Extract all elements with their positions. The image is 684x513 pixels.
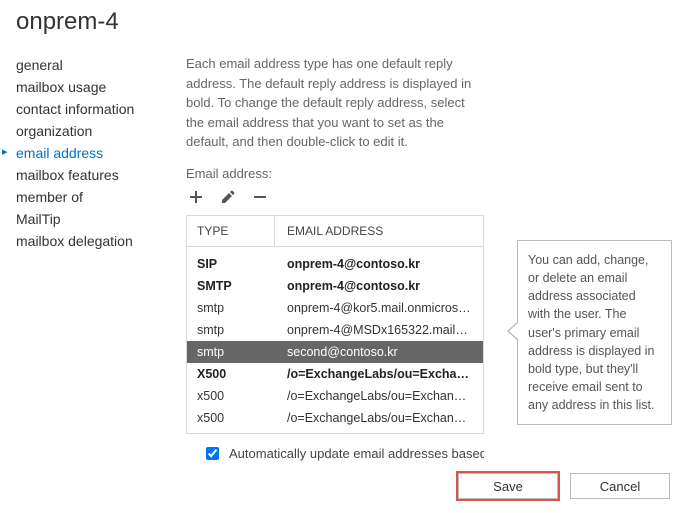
cell-address: onprem-4@MSDx165322.mail.on... (275, 319, 483, 341)
help-callout: You can add, change, or delete an email … (517, 240, 672, 425)
table-row[interactable]: smtpsecond@contoso.kr (187, 341, 483, 363)
table-row[interactable]: x500/o=ExchangeLabs/ou=Exchange ... (187, 407, 483, 429)
cell-address: /o=ExchangeLabs/ou=Exchange ... (275, 385, 483, 407)
cell-address: onprem-4@contoso.kr (275, 275, 483, 297)
cell-address: second@contoso.kr (275, 341, 483, 363)
edit-icon[interactable] (220, 189, 236, 205)
sidebar-item-mailbox-features[interactable]: mailbox features (12, 164, 186, 186)
sidebar-item-mailbox-delegation[interactable]: mailbox delegation (12, 230, 186, 252)
auto-update-label: Automatically update email addresses bas… (229, 446, 484, 461)
sidebar-item-MailTip[interactable]: MailTip (12, 208, 186, 230)
cell-type: smtp (187, 341, 275, 363)
page-title: onprem-4 (16, 8, 672, 36)
auto-update-checkbox-row: Automatically update email addresses bas… (186, 446, 484, 461)
email-address-label: Email address: (186, 166, 672, 181)
cancel-button[interactable]: Cancel (570, 473, 670, 499)
sidebar-item-contact-information[interactable]: contact information (12, 98, 186, 120)
sidebar-item-general[interactable]: general (12, 54, 186, 76)
sidebar-item-mailbox-usage[interactable]: mailbox usage (12, 76, 186, 98)
sidebar-item-organization[interactable]: organization (12, 120, 186, 142)
column-header-type[interactable]: TYPE (187, 216, 275, 246)
sidebar-item-email-address[interactable]: email address (12, 142, 186, 164)
cell-address: onprem-4@contoso.kr (275, 253, 483, 275)
cell-type: X500 (187, 363, 275, 385)
remove-icon[interactable] (252, 189, 268, 205)
cell-address: /o=ExchangeLabs/ou=Exchange... (275, 363, 483, 385)
sidebar: generalmailbox usagecontact informationo… (12, 54, 186, 252)
save-button[interactable]: Save (458, 473, 558, 499)
cell-type: x500 (187, 407, 275, 429)
sidebar-item-member-of[interactable]: member of (12, 186, 186, 208)
table-row[interactable]: X500/o=ExchangeLabs/ou=Exchange... (187, 363, 483, 385)
email-address-description: Each email address type has one default … (186, 54, 484, 152)
auto-update-checkbox[interactable] (206, 447, 219, 460)
cell-address: onprem-4@kor5.mail.onmicrosoft... (275, 297, 483, 319)
table-row[interactable]: SMTPonprem-4@contoso.kr (187, 275, 483, 297)
cell-type: x500 (187, 385, 275, 407)
table-row[interactable]: SIPonprem-4@contoso.kr (187, 251, 483, 275)
cell-type: SIP (187, 253, 275, 275)
email-toolbar (188, 189, 672, 205)
column-header-address[interactable]: EMAIL ADDRESS (275, 216, 483, 246)
table-row[interactable]: x500/o=ExchangeLabs/ou=Exchange ... (187, 385, 483, 407)
cell-address: /o=ExchangeLabs/ou=Exchange ... (275, 407, 483, 429)
table-row[interactable]: smtponprem-4@kor5.mail.onmicrosoft... (187, 297, 483, 319)
email-address-table: TYPE EMAIL ADDRESS SIPonprem-4@contoso.k… (186, 215, 484, 434)
cell-type: SMTP (187, 275, 275, 297)
table-row[interactable]: smtponprem-4@MSDx165322.mail.on... (187, 319, 483, 341)
cell-type: smtp (187, 319, 275, 341)
cell-type: smtp (187, 297, 275, 319)
add-icon[interactable] (188, 189, 204, 205)
